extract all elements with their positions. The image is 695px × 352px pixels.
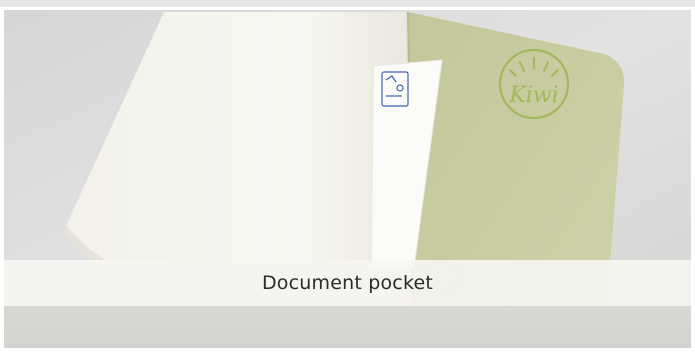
caption-bar: Document pocket: [4, 260, 691, 306]
caption-text: Document pocket: [261, 272, 434, 294]
top-divider: [0, 0, 695, 7]
image-card: Kiwi Document pocket: [0, 0, 695, 352]
photo-bottom: [4, 306, 691, 348]
kiwi-logo: Kiwi: [498, 48, 570, 120]
logo-text: Kiwi: [508, 83, 558, 108]
